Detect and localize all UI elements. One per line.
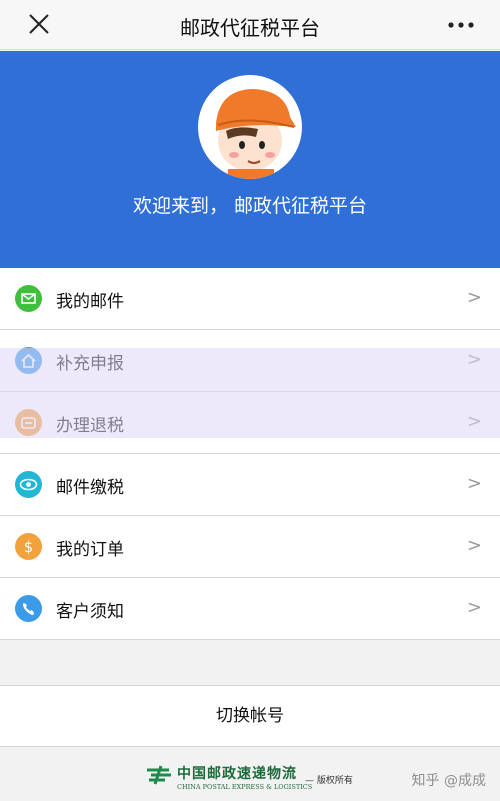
- menu-item-my-mail[interactable]: 我的邮件 >: [0, 268, 500, 330]
- chevron-right-icon: >: [466, 287, 482, 308]
- menu-item-label: 邮件缴税: [56, 478, 124, 498]
- china-post-logo: [147, 765, 171, 785]
- menu-item-label: 办理退税: [56, 416, 124, 436]
- chevron-right-icon: >: [466, 473, 482, 494]
- menu-item-label: 我的邮件: [56, 292, 124, 312]
- menu-item-label: 客户须知: [56, 602, 124, 622]
- house-icon: [15, 347, 42, 374]
- org-name-en: CHINA POSTAL EXPRESS & LOGISTICS: [177, 783, 313, 791]
- welcome-banner: 欢迎来到， 邮政代征税平台: [0, 51, 500, 268]
- org-name-cn: 中国邮政速递物流: [177, 766, 297, 782]
- menu-item-customer-notice[interactable]: 客户须知 >: [0, 578, 500, 640]
- refund-icon: [15, 409, 42, 436]
- menu-item-my-orders[interactable]: $ 我的订单 >: [0, 516, 500, 578]
- switch-account-button[interactable]: 切换帐号: [0, 685, 500, 747]
- menu-item-tax-refund[interactable]: 办理退税 >: [0, 392, 500, 454]
- top-bar: 邮政代征税平台: [0, 0, 500, 50]
- svg-text:$: $: [24, 538, 34, 556]
- chevron-right-icon: >: [466, 597, 482, 618]
- footer: 中国邮政速递物流 CHINA POSTAL EXPRESS & LOGISTIC…: [0, 748, 500, 801]
- page-title: 邮政代征税平台: [180, 16, 320, 40]
- menu-item-label: 我的订单: [56, 540, 124, 560]
- chevron-right-icon: >: [466, 411, 482, 432]
- more-options-icon[interactable]: [446, 12, 476, 38]
- mail-icon: [15, 285, 42, 312]
- menu-item-label: 补充申报: [56, 354, 124, 374]
- mascot-avatar: [198, 75, 302, 179]
- dollar-icon: $: [15, 533, 42, 560]
- tax-eye-icon: [15, 471, 42, 498]
- welcome-text: 欢迎来到， 邮政代征税平台: [132, 195, 368, 217]
- phone-icon: [15, 595, 42, 622]
- chevron-right-icon: >: [466, 535, 482, 556]
- menu-item-mail-tax-payment[interactable]: 邮件缴税 >: [0, 454, 500, 516]
- copyright-text: — 版权所有: [305, 776, 353, 786]
- source-watermark: 知乎 @成成: [411, 773, 486, 789]
- chevron-right-icon: >: [466, 349, 482, 370]
- menu-item-supplementary-declaration[interactable]: 补充申报 >: [0, 330, 500, 392]
- service-menu: 我的邮件 > 补充申报 > 办理退税 > 邮件缴税 > $ 我的订单 > 客户须…: [0, 268, 500, 640]
